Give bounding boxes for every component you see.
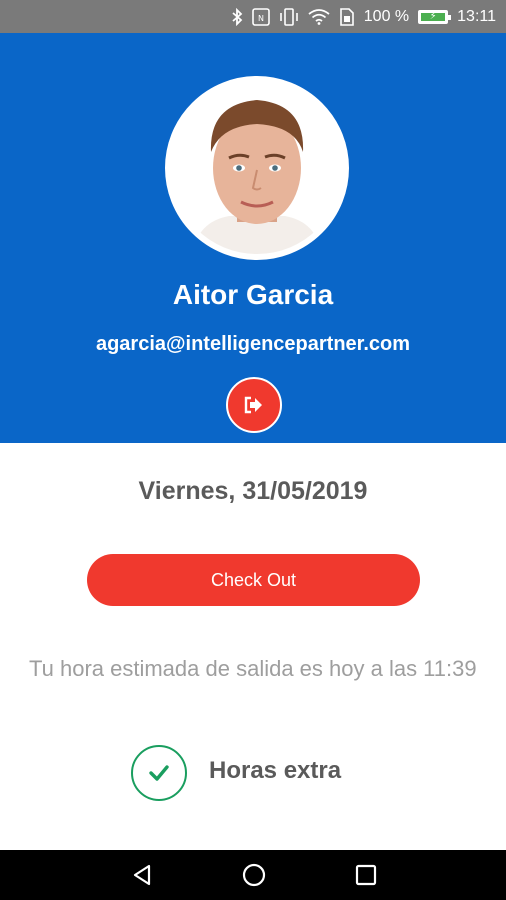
home-button[interactable]: [240, 861, 268, 889]
battery-percent: 100 %: [363, 7, 410, 25]
status-time: 13:11: [457, 7, 496, 25]
wifi-icon: [308, 8, 330, 25]
estimated-exit-text: Tu hora estimada de salida es hoy a las …: [29, 656, 477, 681]
nfc-icon: N: [251, 7, 270, 26]
svg-text:N: N: [258, 14, 264, 23]
current-date: Viernes, 31/05/2019: [138, 477, 368, 505]
back-icon: [130, 863, 154, 887]
navigation-bar: [0, 850, 506, 900]
home-icon: [241, 862, 267, 888]
recents-icon: [355, 864, 377, 886]
extra-hours-checkbox[interactable]: [131, 745, 187, 801]
status-bar: N 100 % ⚡ 13:11: [0, 0, 506, 33]
bluetooth-icon: [231, 7, 243, 26]
profile-header: Aitor Garcia agarcia@intelligencepartner…: [0, 33, 506, 443]
check-icon: [148, 764, 170, 782]
user-name: Aitor Garcia: [172, 279, 334, 310]
extra-hours-label: Horas extra: [209, 757, 342, 784]
avatar-image: [171, 82, 343, 254]
check-out-button[interactable]: Check Out: [87, 554, 420, 606]
avatar: [165, 76, 349, 260]
logout-icon: [243, 395, 265, 415]
vibrate-icon: [279, 7, 299, 26]
recents-button[interactable]: [352, 861, 380, 889]
sim-icon: [339, 7, 355, 26]
back-button[interactable]: [128, 861, 156, 889]
battery-icon: ⚡: [418, 9, 452, 24]
logout-button[interactable]: [226, 377, 282, 433]
user-email: agarcia@intelligencepartner.com: [95, 333, 411, 355]
